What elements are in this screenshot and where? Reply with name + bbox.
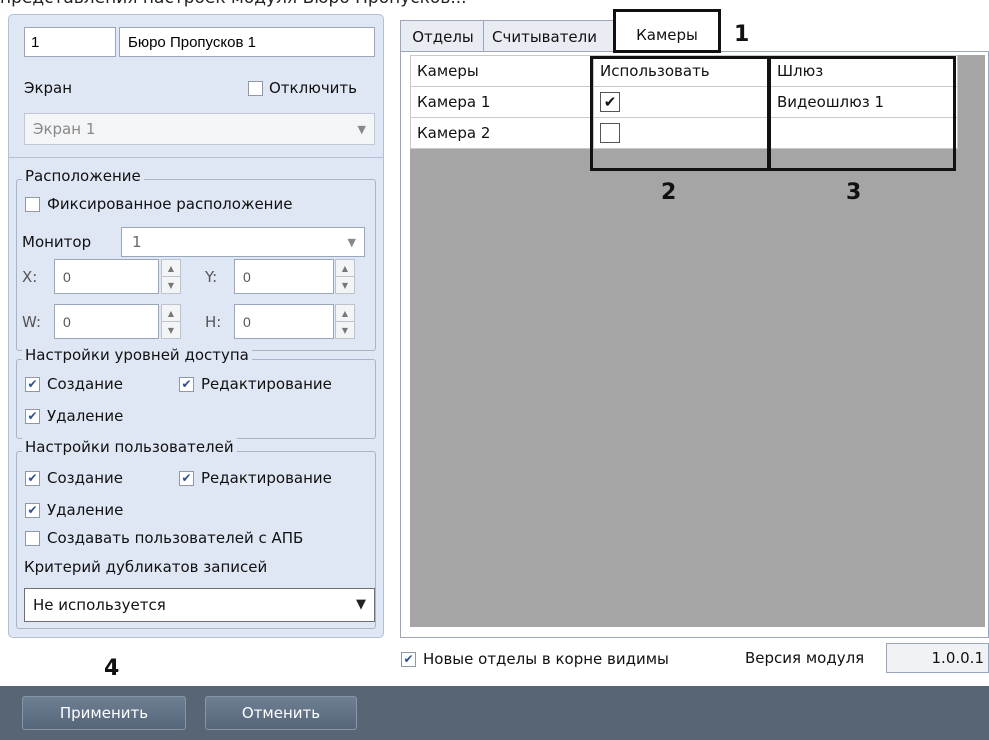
access-levels-group	[16, 359, 376, 439]
arrow-down-icon[interactable]: ▼	[336, 322, 354, 338]
callout-number: 2	[661, 180, 677, 205]
x-input[interactable]	[54, 259, 159, 294]
arrow-down-icon[interactable]: ▼	[336, 277, 354, 293]
document-heading-fragment: представления настроек модуля Бюро Пропу…	[0, 0, 989, 10]
screen-select[interactable]: Экран 1 ▼	[24, 113, 375, 145]
users-delete-label: Удаление	[47, 501, 124, 519]
y-label: Y:	[205, 268, 218, 286]
callout-box-gateway-column	[768, 56, 956, 171]
callout-box-tab	[613, 9, 721, 53]
access-edit-checkbox[interactable]	[179, 377, 194, 392]
fixed-position-label: Фиксированное расположение	[47, 195, 293, 213]
camera-name-cell: Камера 1	[410, 86, 594, 118]
chevron-down-icon: ▼	[357, 123, 366, 136]
arrow-up-icon[interactable]: ▲	[336, 305, 354, 322]
users-create-checkbox[interactable]	[25, 471, 40, 486]
tab-departments-label: Отделы	[412, 28, 474, 46]
disable-label: Отключить	[269, 79, 358, 97]
access-create-checkbox[interactable]	[25, 377, 40, 392]
callout-box-use-column	[590, 56, 770, 171]
arrow-down-icon[interactable]: ▼	[162, 277, 180, 293]
users-edit-label: Редактирование	[201, 469, 332, 487]
divider	[9, 157, 383, 158]
document-heading-text: представления настроек модуля Бюро Пропу…	[0, 0, 989, 8]
access-create-label: Создание	[47, 375, 123, 393]
column-header-cameras[interactable]: Камеры	[410, 55, 594, 87]
id-field[interactable]	[24, 27, 116, 57]
monitor-label: Монитор	[22, 233, 92, 251]
access-delete-label: Удаление	[47, 407, 124, 425]
footer-bar: Применить Отменить	[0, 686, 989, 740]
module-version-value: 1.0.0.1	[931, 649, 984, 667]
y-spinner[interactable]: ▲ ▼	[335, 259, 355, 294]
settings-panel: Экран Отключить Экран 1 ▼ Расположение Ф…	[8, 14, 384, 638]
fixed-position-checkbox[interactable]	[25, 197, 40, 212]
duplicates-label: Критерий дубликатов записей	[24, 558, 268, 576]
apb-label: Создавать пользователей с АПБ	[47, 529, 304, 547]
module-version-field: 1.0.0.1	[886, 643, 989, 673]
disable-checkbox[interactable]	[248, 81, 263, 96]
location-legend: Расположение	[22, 167, 144, 185]
user-settings-legend: Настройки пользователей	[22, 438, 237, 456]
duplicates-select-value: Не используется	[33, 596, 166, 614]
access-delete-checkbox[interactable]	[25, 409, 40, 424]
access-levels-legend: Настройки уровней доступа	[22, 346, 252, 364]
screen-label: Экран	[24, 79, 73, 97]
callout-number: 4	[104, 656, 120, 681]
camera-name-cell: Камера 2	[410, 117, 594, 149]
h-label: H:	[205, 313, 222, 331]
h-spinner[interactable]: ▲ ▼	[335, 304, 355, 339]
x-label: X:	[22, 268, 38, 286]
new-departments-visible-label: Новые отделы в корне видимы	[423, 650, 669, 668]
name-field[interactable]	[119, 27, 375, 57]
callout-number: 3	[846, 180, 862, 205]
chevron-down-icon: ▼	[356, 597, 366, 612]
chevron-down-icon: ▼	[347, 236, 356, 249]
tab-readers[interactable]: Считыватели	[483, 20, 627, 53]
apb-checkbox[interactable]	[25, 531, 40, 546]
tab-departments[interactable]: Отделы	[400, 20, 486, 53]
w-input[interactable]	[54, 304, 159, 339]
apply-button[interactable]: Применить	[22, 696, 186, 730]
arrow-up-icon[interactable]: ▲	[162, 260, 180, 277]
users-create-label: Создание	[47, 469, 123, 487]
h-input[interactable]	[234, 304, 334, 339]
arrow-up-icon[interactable]: ▲	[336, 260, 354, 277]
apply-button-label: Применить	[59, 704, 149, 722]
duplicates-select[interactable]: Не используется ▼	[24, 588, 375, 622]
cancel-button[interactable]: Отменить	[205, 696, 357, 730]
arrow-up-icon[interactable]: ▲	[162, 305, 180, 322]
users-edit-checkbox[interactable]	[179, 471, 194, 486]
monitor-select[interactable]: 1 ▼	[121, 227, 365, 257]
w-label: W:	[22, 313, 42, 331]
y-input[interactable]	[234, 259, 334, 294]
new-departments-visible-checkbox[interactable]	[401, 652, 416, 667]
users-delete-checkbox[interactable]	[25, 503, 40, 518]
screen-select-value: Экран 1	[33, 120, 96, 138]
arrow-down-icon[interactable]: ▼	[162, 322, 180, 338]
w-spinner[interactable]: ▲ ▼	[161, 304, 181, 339]
monitor-select-value: 1	[132, 233, 142, 251]
x-spinner[interactable]: ▲ ▼	[161, 259, 181, 294]
callout-number: 1	[734, 22, 750, 47]
module-version-label: Версия модуля	[745, 649, 865, 667]
tab-readers-label: Считыватели	[492, 28, 597, 46]
cancel-button-label: Отменить	[241, 704, 321, 722]
access-edit-label: Редактирование	[201, 375, 332, 393]
